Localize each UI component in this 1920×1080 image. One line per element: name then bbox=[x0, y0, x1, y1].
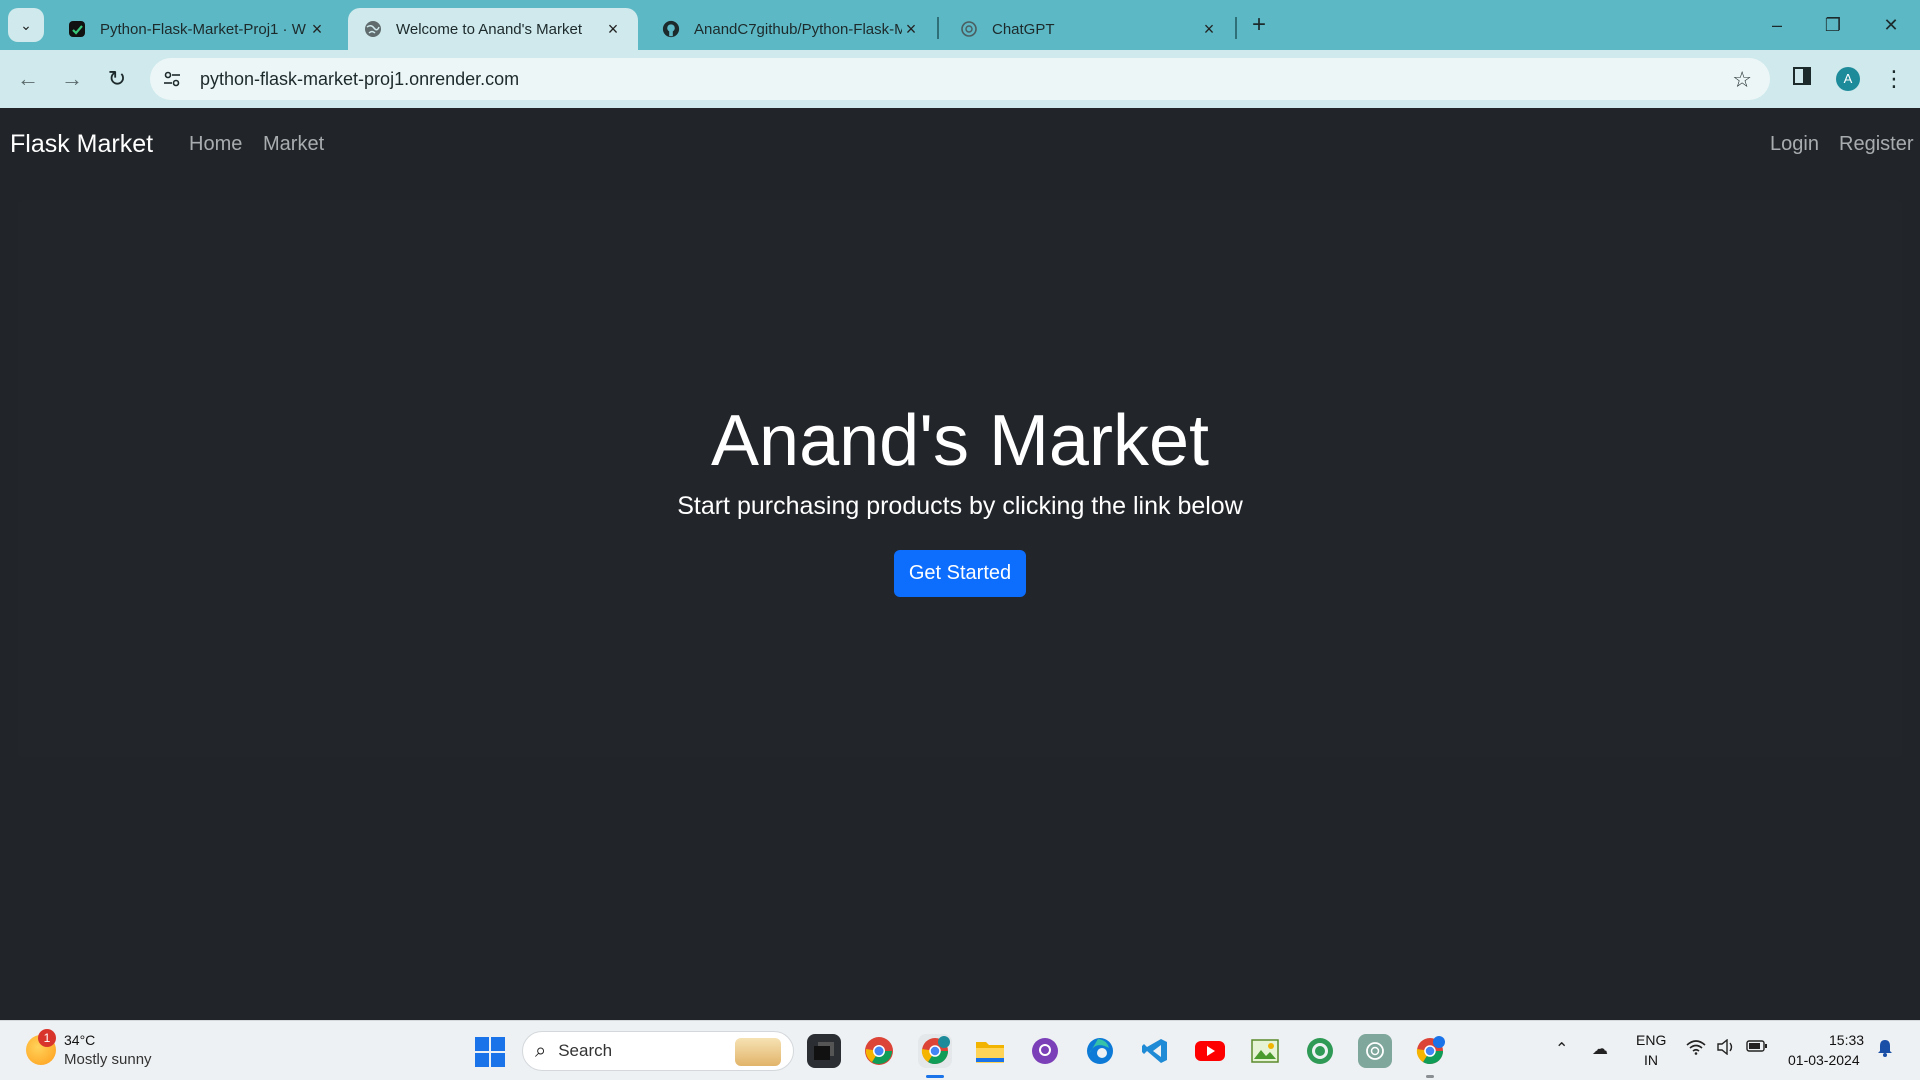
edge-icon[interactable] bbox=[1083, 1034, 1117, 1068]
onedrive-cloud-icon[interactable]: ☁ bbox=[1592, 1039, 1608, 1059]
tab-chatgpt[interactable]: ChatGPT × bbox=[944, 8, 1234, 50]
close-icon[interactable]: × bbox=[604, 19, 622, 40]
globe-icon bbox=[364, 20, 382, 38]
windows-start-icon[interactable] bbox=[475, 1037, 505, 1067]
close-icon[interactable]: × bbox=[902, 19, 920, 40]
github-desktop-icon[interactable] bbox=[1028, 1034, 1062, 1068]
windows-taskbar: 1 34°C Mostly sunny ⌕ Search ⌃ ☁ ENG IN … bbox=[0, 1020, 1920, 1080]
running-app-indicator bbox=[1426, 1075, 1434, 1078]
search-highlight-image bbox=[735, 1038, 781, 1066]
close-icon[interactable]: × bbox=[1200, 19, 1218, 40]
window-close-icon[interactable]: ✕ bbox=[1876, 10, 1906, 40]
task-view-icon[interactable] bbox=[807, 1034, 841, 1068]
search-icon: ⌕ bbox=[535, 1039, 547, 1062]
chrome-profile-a-icon[interactable] bbox=[918, 1034, 952, 1068]
hero-jumbotron: Anand's Market Start purchasing products… bbox=[18, 200, 1902, 757]
app-green-circle-icon[interactable] bbox=[1303, 1034, 1337, 1068]
kebab-menu-icon[interactable]: ⋮ bbox=[1880, 65, 1908, 93]
chevron-up-icon[interactable]: ⌃ bbox=[1555, 1039, 1568, 1059]
taskbar-search-box[interactable]: ⌕ Search bbox=[522, 1031, 794, 1071]
vscode-icon[interactable] bbox=[1138, 1034, 1172, 1068]
nav-link-register[interactable]: Register bbox=[1839, 133, 1913, 156]
file-explorer-icon[interactable] bbox=[973, 1034, 1007, 1068]
github-icon bbox=[662, 20, 680, 38]
photos-app-icon[interactable] bbox=[1248, 1034, 1282, 1068]
browser-toolbar: ← → ↻ python-flask-market-proj1.onrender… bbox=[0, 50, 1920, 108]
chevron-down-icon: ⌄ bbox=[20, 16, 32, 33]
tab-title: ChatGPT bbox=[992, 20, 1055, 38]
browser-tab-strip: ⌄ Python-Flask-Market-Proj1 · W × Welcom… bbox=[0, 0, 1920, 50]
tab-search-button[interactable]: ⌄ bbox=[8, 8, 44, 42]
tab-separator bbox=[1235, 17, 1237, 39]
minimize-icon[interactable]: – bbox=[1762, 10, 1792, 40]
restore-icon[interactable]: ❐ bbox=[1818, 10, 1848, 40]
tab-separator bbox=[937, 17, 939, 39]
nav-link-login[interactable]: Login bbox=[1770, 133, 1819, 156]
render-icon bbox=[68, 20, 86, 38]
tab-anands-market[interactable]: Welcome to Anand's Market × bbox=[348, 8, 638, 50]
bookmark-star-icon[interactable]: ☆ bbox=[1732, 67, 1752, 93]
nav-link-market[interactable]: Market bbox=[263, 133, 324, 156]
profile-avatar[interactable]: A bbox=[1836, 67, 1860, 91]
hero-title: Anand's Market bbox=[711, 401, 1209, 481]
url-text: python-flask-market-proj1.onrender.com bbox=[200, 68, 520, 89]
chatgpt-app-icon[interactable] bbox=[1358, 1034, 1392, 1068]
site-navbar: Flask Market Home Market Login Register bbox=[0, 108, 1920, 180]
back-arrow-icon[interactable]: ← bbox=[14, 65, 42, 93]
notification-bell-icon[interactable] bbox=[1876, 1039, 1894, 1062]
reload-icon[interactable]: ↻ bbox=[103, 65, 131, 93]
weather-description[interactable]: Mostly sunny bbox=[64, 1051, 152, 1068]
taskbar-search-label: Search bbox=[558, 1041, 613, 1060]
wifi-icon[interactable] bbox=[1686, 1039, 1706, 1060]
battery-icon[interactable] bbox=[1746, 1039, 1768, 1058]
new-tab-button[interactable]: + bbox=[1246, 12, 1272, 38]
close-icon[interactable]: × bbox=[308, 19, 326, 40]
tab-title: Python-Flask-Market-Proj1 · W bbox=[100, 20, 306, 38]
volume-icon[interactable] bbox=[1716, 1038, 1736, 1060]
active-app-indicator bbox=[926, 1075, 944, 1078]
tab-github[interactable]: AnandC7github/Python-Flask-M × bbox=[646, 8, 936, 50]
side-panel-icon[interactable] bbox=[1788, 65, 1816, 93]
language-region[interactable]: IN bbox=[1644, 1052, 1658, 1068]
page-body: Anand's Market Start purchasing products… bbox=[0, 180, 1920, 1020]
youtube-icon[interactable] bbox=[1193, 1034, 1227, 1068]
nav-link-home[interactable]: Home bbox=[189, 133, 242, 156]
language-indicator[interactable]: ENG bbox=[1636, 1032, 1666, 1048]
weather-badge: 1 bbox=[38, 1029, 56, 1047]
chrome-icon[interactable] bbox=[862, 1034, 896, 1068]
tab-title: AnandC7github/Python-Flask-M bbox=[694, 20, 902, 38]
clock-time[interactable]: 15:33 bbox=[1829, 1032, 1864, 1048]
hero-subtitle: Start purchasing products by clicking th… bbox=[677, 492, 1243, 520]
tab-render[interactable]: Python-Flask-Market-Proj1 · W × bbox=[52, 8, 342, 50]
clock-date[interactable]: 01-03-2024 bbox=[1788, 1052, 1860, 1068]
tab-title: Welcome to Anand's Market bbox=[396, 20, 583, 38]
chatgpt-icon bbox=[960, 20, 978, 38]
address-bar[interactable]: python-flask-market-proj1.onrender.com ☆ bbox=[150, 58, 1770, 100]
navbar-brand[interactable]: Flask Market bbox=[10, 130, 153, 159]
chrome-profile-c-icon[interactable] bbox=[1413, 1034, 1447, 1068]
weather-temperature[interactable]: 34°C bbox=[64, 1032, 95, 1048]
get-started-button[interactable]: Get Started bbox=[894, 550, 1026, 597]
forward-arrow-icon[interactable]: → bbox=[58, 65, 86, 93]
site-settings-icon[interactable] bbox=[156, 63, 188, 95]
